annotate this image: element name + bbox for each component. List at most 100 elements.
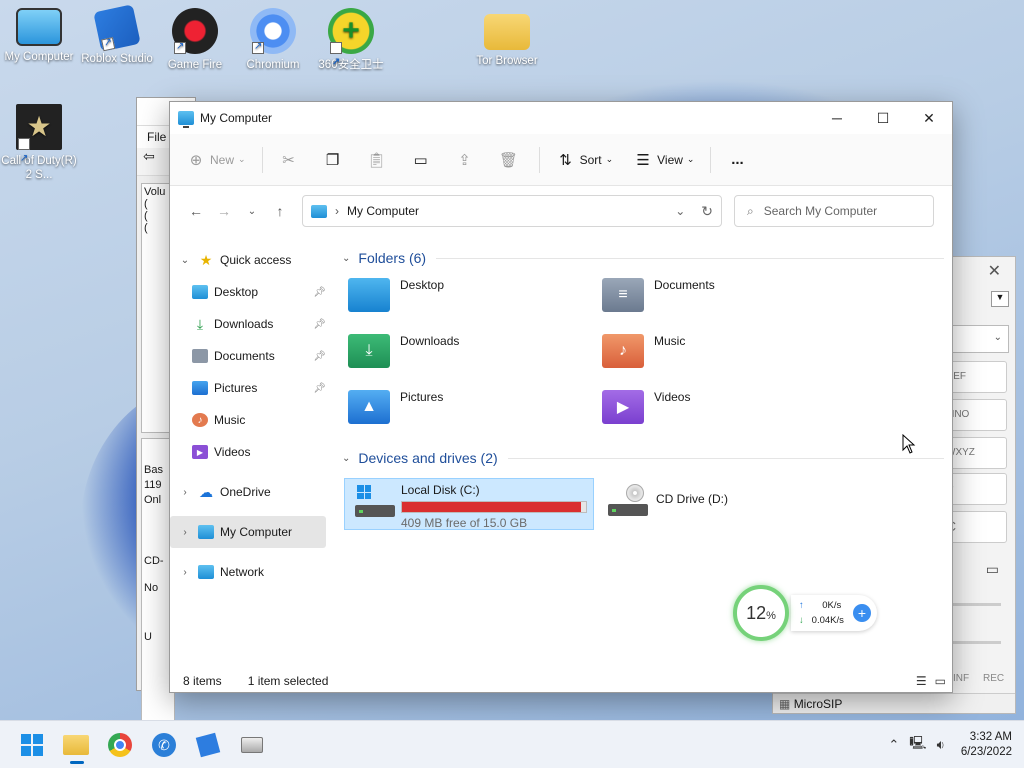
nav-documents[interactable]: Documents 📌︎ — [170, 340, 330, 372]
paste-button[interactable]: 📋︎ — [363, 146, 391, 174]
back-button[interactable]: ← — [182, 197, 210, 225]
share-button[interactable]: ⇪ — [451, 146, 479, 174]
up-button[interactable]: ↑ — [266, 197, 294, 225]
taskbar-roblox[interactable] — [188, 725, 228, 765]
tiles-view-icon[interactable]: ▭ — [935, 674, 946, 688]
copy-button[interactable]: ❐ — [319, 146, 347, 174]
cd-drive-icon — [604, 482, 648, 518]
chevron-right-icon[interactable]: › — [176, 487, 194, 498]
drives-group-header[interactable]: ⌄ Devices and drives (2) — [342, 444, 944, 472]
mic-slider[interactable] — [945, 641, 1001, 644]
desktop-icon-tor-browser[interactable]: Tor Browser — [468, 8, 546, 68]
nav-downloads[interactable]: ⤓ Downloads 📌︎ — [170, 308, 330, 340]
pin-icon[interactable]: 📌︎ — [313, 319, 326, 330]
chevron-right-icon[interactable]: › — [176, 527, 194, 538]
address-bar[interactable]: › My Computer ⌄ ↻ — [302, 195, 722, 227]
forward-button[interactable]: → — [210, 197, 238, 225]
rename-button[interactable]: ▭ — [407, 146, 435, 174]
folder-name: Desktop — [400, 278, 445, 292]
cut-button[interactable]: ✂ — [275, 146, 303, 174]
folder-music[interactable]: ♪ Music — [602, 328, 856, 384]
chevron-down-icon[interactable]: ⌄ — [342, 453, 350, 464]
chevron-right-icon[interactable]: › — [176, 567, 194, 578]
folder-pictures[interactable]: ▲ Pictures — [348, 384, 602, 440]
volume-slider[interactable] — [945, 603, 1001, 606]
minimize-button[interactable]: ─ — [814, 102, 860, 134]
desktop-icon-label: Tor Browser — [476, 55, 538, 67]
nav-pictures[interactable]: Pictures 📌︎ — [170, 372, 330, 404]
close-button[interactable]: ✕ — [906, 102, 952, 134]
inf-label: INF — [953, 673, 970, 684]
recent-locations-button[interactable]: ⌄ — [238, 197, 266, 225]
search-input[interactable]: ⌕ Search My Computer — [734, 195, 934, 227]
refresh-icon[interactable]: ↻ — [701, 203, 713, 220]
list-item[interactable]: ( — [144, 222, 172, 234]
360-security-icon: + — [328, 8, 374, 86]
rename-icon: ▭ — [413, 151, 428, 169]
status-text: MicroSIP — [793, 697, 843, 711]
network-monitor-widget[interactable]: ↑ 0K/s ↓ 0.04K/s + 12% — [733, 585, 879, 641]
folder-name: Documents — [654, 278, 715, 292]
taskbar-chrome[interactable] — [100, 725, 140, 765]
desktop-icon-call-of-duty[interactable]: ★ Call of Duty(R) 2 S... — [0, 104, 78, 182]
delete-button[interactable]: 🗑︎ — [495, 146, 523, 174]
chat-icon[interactable]: ▭ — [986, 561, 999, 578]
folder-desktop[interactable]: Desktop — [348, 272, 602, 328]
taskbar-file-explorer[interactable] — [56, 725, 96, 765]
close-icon[interactable]: ✕ — [988, 261, 1001, 281]
account-dropdown[interactable]: ▼ — [991, 291, 1009, 307]
volume-icon[interactable]: 🔉︎ — [937, 737, 945, 753]
nav-quick-access[interactable]: ⌄ ★ Quick access — [170, 244, 330, 276]
desktop-icon-my-computer[interactable]: My Computer — [0, 8, 78, 64]
maximize-button[interactable]: ☐ — [860, 102, 906, 134]
desktop-icon-360[interactable]: + 360安全卫士 — [312, 8, 390, 86]
chevron-down-icon[interactable]: ⌄ — [342, 253, 350, 264]
boost-button[interactable]: + — [853, 604, 871, 622]
cpu-usage-ring[interactable]: 12% — [733, 585, 789, 641]
nav-music[interactable]: ♪ Music — [170, 404, 330, 436]
sort-button[interactable]: ⇅ Sort ⌄ — [552, 146, 613, 174]
details-view-icon[interactable]: ☰ — [916, 674, 927, 688]
drive-d[interactable]: CD Drive (D:) — [598, 478, 852, 530]
network-icon[interactable]: 🖳︎ — [909, 734, 926, 756]
pin-icon[interactable]: 📌︎ — [313, 351, 326, 362]
nav-label: Documents — [214, 349, 275, 363]
chevron-down-icon[interactable]: ⌄ — [176, 255, 194, 266]
taskbar-microsip[interactable]: ✆ — [144, 725, 184, 765]
nav-label: Downloads — [214, 317, 274, 331]
nav-videos[interactable]: ▶ Videos — [170, 436, 330, 468]
taskbar-drive-tool[interactable] — [232, 725, 272, 765]
nav-onedrive[interactable]: › ☁ OneDrive — [170, 476, 330, 508]
folder-documents[interactable]: ≡ Documents — [602, 272, 856, 328]
chevron-down-icon[interactable]: ⌄ — [675, 204, 685, 218]
group-title: Folders (6) — [358, 250, 427, 266]
desktop-folder-icon — [348, 278, 390, 312]
item-count: 8 items — [183, 674, 222, 688]
more-options-button[interactable]: ... — [723, 146, 751, 174]
folders-group-header[interactable]: ⌄ Folders (6) — [342, 244, 944, 272]
desktop-icon-chromium[interactable]: Chromium — [234, 8, 312, 72]
desktop-icon-roblox-studio[interactable]: Roblox Studio — [78, 4, 156, 66]
list-item[interactable]: ( — [144, 210, 172, 222]
window-title: My Computer — [200, 111, 273, 125]
pin-icon[interactable]: 📌︎ — [313, 287, 326, 298]
list-item[interactable]: ( — [144, 198, 172, 210]
pin-icon[interactable]: 📌︎ — [313, 383, 326, 394]
new-button[interactable]: ⊕ New ⌄ — [182, 146, 246, 174]
window-title-bar[interactable]: My Computer ─ ☐ ✕ — [170, 102, 952, 134]
rec-button[interactable]: REC — [983, 673, 1004, 684]
folder-downloads[interactable]: ⤓ Downloads — [348, 328, 602, 384]
nav-network[interactable]: › Network — [170, 556, 330, 588]
back-arrow-icon[interactable]: ⇦ — [143, 148, 155, 164]
nav-desktop[interactable]: Desktop 📌︎ — [170, 276, 330, 308]
clock[interactable]: 3:32 AM 6/23/2022 — [961, 730, 1012, 760]
start-button[interactable] — [12, 725, 52, 765]
nav-my-computer[interactable]: › My Computer — [170, 516, 326, 548]
desktop-icon-game-fire[interactable]: Game Fire — [156, 8, 234, 72]
drive-name: Local Disk (C:) — [401, 483, 480, 497]
chevron-up-icon[interactable]: ⌃ — [888, 737, 899, 753]
navigation-pane[interactable]: ⌄ ★ Quick access Desktop 📌︎ ⤓ Downloads … — [170, 236, 330, 672]
drive-c[interactable]: Local Disk (C:) 409 MB free of 15.0 GB — [344, 478, 594, 530]
folder-videos[interactable]: ▶ Videos — [602, 384, 856, 440]
view-button[interactable]: ☰ View ⌄ — [629, 146, 694, 174]
